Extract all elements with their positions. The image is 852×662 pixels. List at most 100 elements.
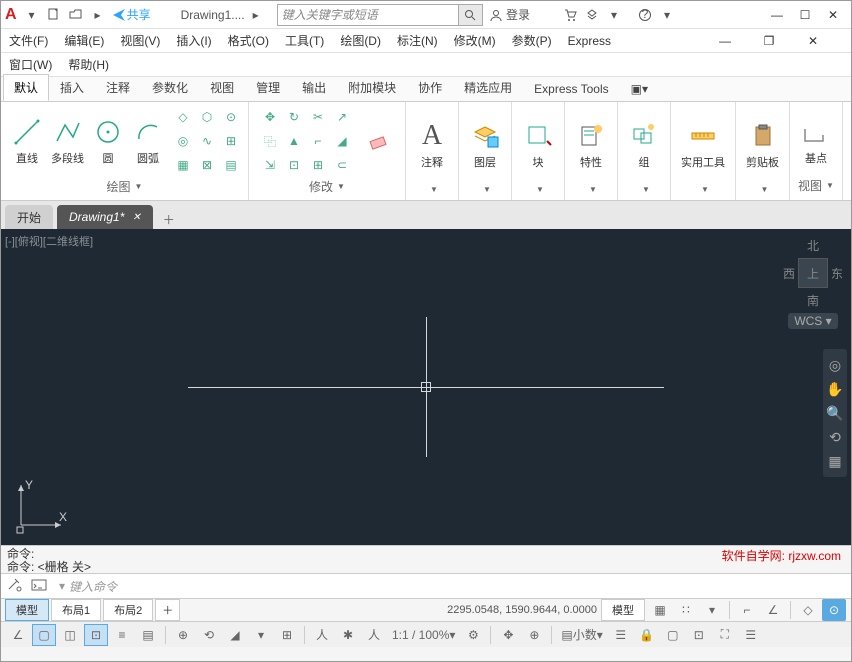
maximize-button[interactable]: ☐ xyxy=(791,5,819,25)
search-input[interactable]: 键入关键字或短语 xyxy=(277,4,459,26)
dropdown2-icon[interactable]: ▾ xyxy=(604,5,624,25)
status-modelspace[interactable]: 模型 xyxy=(601,599,645,621)
mod-mirror[interactable]: ▲ xyxy=(283,130,305,152)
sb-lineweight[interactable]: ≡ xyxy=(110,624,134,646)
sb-osnap[interactable]: ▢ xyxy=(32,624,56,646)
doctab-start[interactable]: 开始 xyxy=(5,205,53,229)
doc-minimize-button[interactable]: — xyxy=(711,31,739,51)
autodesk-icon[interactable] xyxy=(582,5,602,25)
draw-sm-8[interactable]: ⊠ xyxy=(196,154,218,176)
group-button[interactable]: 组 xyxy=(624,118,664,172)
draw-sm-9[interactable]: ▤ xyxy=(220,154,242,176)
share-button[interactable]: 共享 xyxy=(113,6,151,23)
help-icon[interactable]: ? xyxy=(635,5,655,25)
command-input[interactable]: 键入命令 xyxy=(69,578,117,595)
draw-sm-2[interactable]: ⬡ xyxy=(196,106,218,128)
sb-hw[interactable]: ⊡ xyxy=(687,624,711,646)
help-dropdown-icon[interactable]: ▾ xyxy=(657,5,677,25)
close-button[interactable]: ✕ xyxy=(819,5,847,25)
layout-tab-add[interactable]: ＋ xyxy=(155,599,180,621)
doctab-close-icon[interactable]: ✕ xyxy=(132,212,140,223)
ribbon-tab-output[interactable]: 输出 xyxy=(291,74,337,101)
ortho-toggle[interactable]: ⌐ xyxy=(735,599,759,621)
ribbon-tab-annotate[interactable]: 注释 xyxy=(95,74,141,101)
menu-modify[interactable]: 修改(M) xyxy=(454,32,496,49)
polar-toggle[interactable]: ∠ xyxy=(761,599,785,621)
mod-trim[interactable]: ✂ xyxy=(307,106,329,128)
mod-scale[interactable]: ⊡ xyxy=(283,154,305,176)
ribbon-tab-view[interactable]: 视图 xyxy=(199,74,245,101)
arc-button[interactable]: 圆弧 xyxy=(128,114,168,168)
draw-sm-6[interactable]: ⊞ xyxy=(220,130,242,152)
sb-filter[interactable]: ▾ xyxy=(249,624,273,646)
sb-iso2[interactable]: ▢ xyxy=(661,624,685,646)
grid-toggle[interactable]: ▦ xyxy=(648,599,672,621)
mod-copy[interactable]: ⿻ xyxy=(259,130,281,152)
viewport-label[interactable]: [-][俯视][二维线框] xyxy=(5,233,93,249)
ribbon-tab-addins[interactable]: 附加模块 xyxy=(337,74,407,101)
nav-showmotion-icon[interactable]: ▦ xyxy=(823,449,847,473)
cart-icon[interactable] xyxy=(560,5,580,25)
minimize-button[interactable]: — xyxy=(763,5,791,25)
panel-expand-prop[interactable]: ▼ xyxy=(585,183,597,196)
ribbon-tab-insert[interactable]: 插入 xyxy=(49,74,95,101)
infer-toggle[interactable]: ▾ xyxy=(700,599,724,621)
sb-dynucs2[interactable]: ◢ xyxy=(223,624,247,646)
layout-tab-2[interactable]: 布局2 xyxy=(103,599,153,621)
chevron-right-icon[interactable]: ▸ xyxy=(88,5,108,25)
login-button[interactable]: 登录 xyxy=(489,6,530,23)
menu-help[interactable]: 帮助(H) xyxy=(68,56,109,73)
menu-express[interactable]: Express xyxy=(568,34,611,48)
mod-stretch[interactable]: ⇲ xyxy=(259,154,281,176)
menu-dimension[interactable]: 标注(N) xyxy=(397,32,438,49)
drawing-canvas[interactable]: [-][俯视][二维线框] YX 北 西上东 南 WCS ▾ ◎ ✋ 🔍 ⟲ ▦ xyxy=(1,229,851,545)
ribbon-tab-featured[interactable]: 精选应用 xyxy=(453,74,523,101)
nav-orbit-icon[interactable]: ⟲ xyxy=(823,425,847,449)
basepoint-button[interactable]: 基点 xyxy=(796,114,836,168)
panel-expand-clip[interactable]: ▼ xyxy=(757,183,769,196)
sb-cycling[interactable]: ⊕ xyxy=(171,624,195,646)
ribbon-tab-collab[interactable]: 协作 xyxy=(407,74,453,101)
sb-clean[interactable]: ⛶ xyxy=(713,624,737,646)
iso-toggle[interactable]: ◇ xyxy=(796,599,820,621)
panel-expand-annot[interactable]: ▼ xyxy=(426,183,438,196)
sb-scale[interactable]: 1:1 / 100% ▾ xyxy=(388,624,459,646)
draw-sm-1[interactable]: ◇ xyxy=(172,106,194,128)
polyline-button[interactable]: 多段线 xyxy=(47,114,88,168)
open-icon[interactable] xyxy=(66,5,86,25)
circle-button[interactable]: 圆 xyxy=(88,114,128,168)
ribbon-tab-parametric[interactable]: 参数化 xyxy=(141,74,199,101)
menu-param[interactable]: 参数(P) xyxy=(512,32,552,49)
sb-dyn-ucs[interactable]: ∠ xyxy=(6,624,30,646)
command-settings-icon[interactable] xyxy=(7,577,25,595)
draw-sm-4[interactable]: ◎ xyxy=(172,130,194,152)
menu-insert[interactable]: 插入(I) xyxy=(176,32,211,49)
menu-tools[interactable]: 工具(T) xyxy=(285,32,324,49)
annotation-button[interactable]: A注释 xyxy=(412,118,452,172)
doc-close-button[interactable]: ✕ xyxy=(799,31,827,51)
clipboard-button[interactable]: 剪贴板 xyxy=(742,118,783,172)
panel-title-draw[interactable]: 绘图▼ xyxy=(107,176,143,197)
doc-restore-button[interactable]: ❐ xyxy=(755,31,783,51)
sb-monitor[interactable]: ⊕ xyxy=(522,624,546,646)
sb-3dosnap[interactable]: ◫ xyxy=(58,624,82,646)
modify-eraser[interactable] xyxy=(359,123,399,159)
panel-expand-layer[interactable]: ▼ xyxy=(479,183,491,196)
draw-sm-3[interactable]: ⊙ xyxy=(220,106,242,128)
mod-offset[interactable]: ⊂ xyxy=(331,154,353,176)
viewcube-top[interactable]: 上 xyxy=(798,258,828,288)
sb-transparency[interactable]: ▤ xyxy=(136,624,160,646)
search-button[interactable] xyxy=(459,4,483,26)
mod-move[interactable]: ✥ xyxy=(259,106,281,128)
doc-dropdown-icon[interactable]: ▸ xyxy=(246,5,266,25)
properties-button[interactable]: 特性 xyxy=(571,118,611,172)
panel-expand-util[interactable]: ▼ xyxy=(697,183,709,196)
menu-format[interactable]: 格式(O) xyxy=(228,32,269,49)
sb-annoscale[interactable]: 人 xyxy=(310,624,334,646)
ribbon-tab-overflow[interactable]: ▣▾ xyxy=(620,77,659,101)
layer-button[interactable]: 图层 xyxy=(465,118,505,172)
draw-sm-5[interactable]: ∿ xyxy=(196,130,218,152)
block-button[interactable]: 块 xyxy=(518,118,558,172)
panel-expand-group[interactable]: ▼ xyxy=(638,183,650,196)
sb-gizmo[interactable]: ⊞ xyxy=(275,624,299,646)
